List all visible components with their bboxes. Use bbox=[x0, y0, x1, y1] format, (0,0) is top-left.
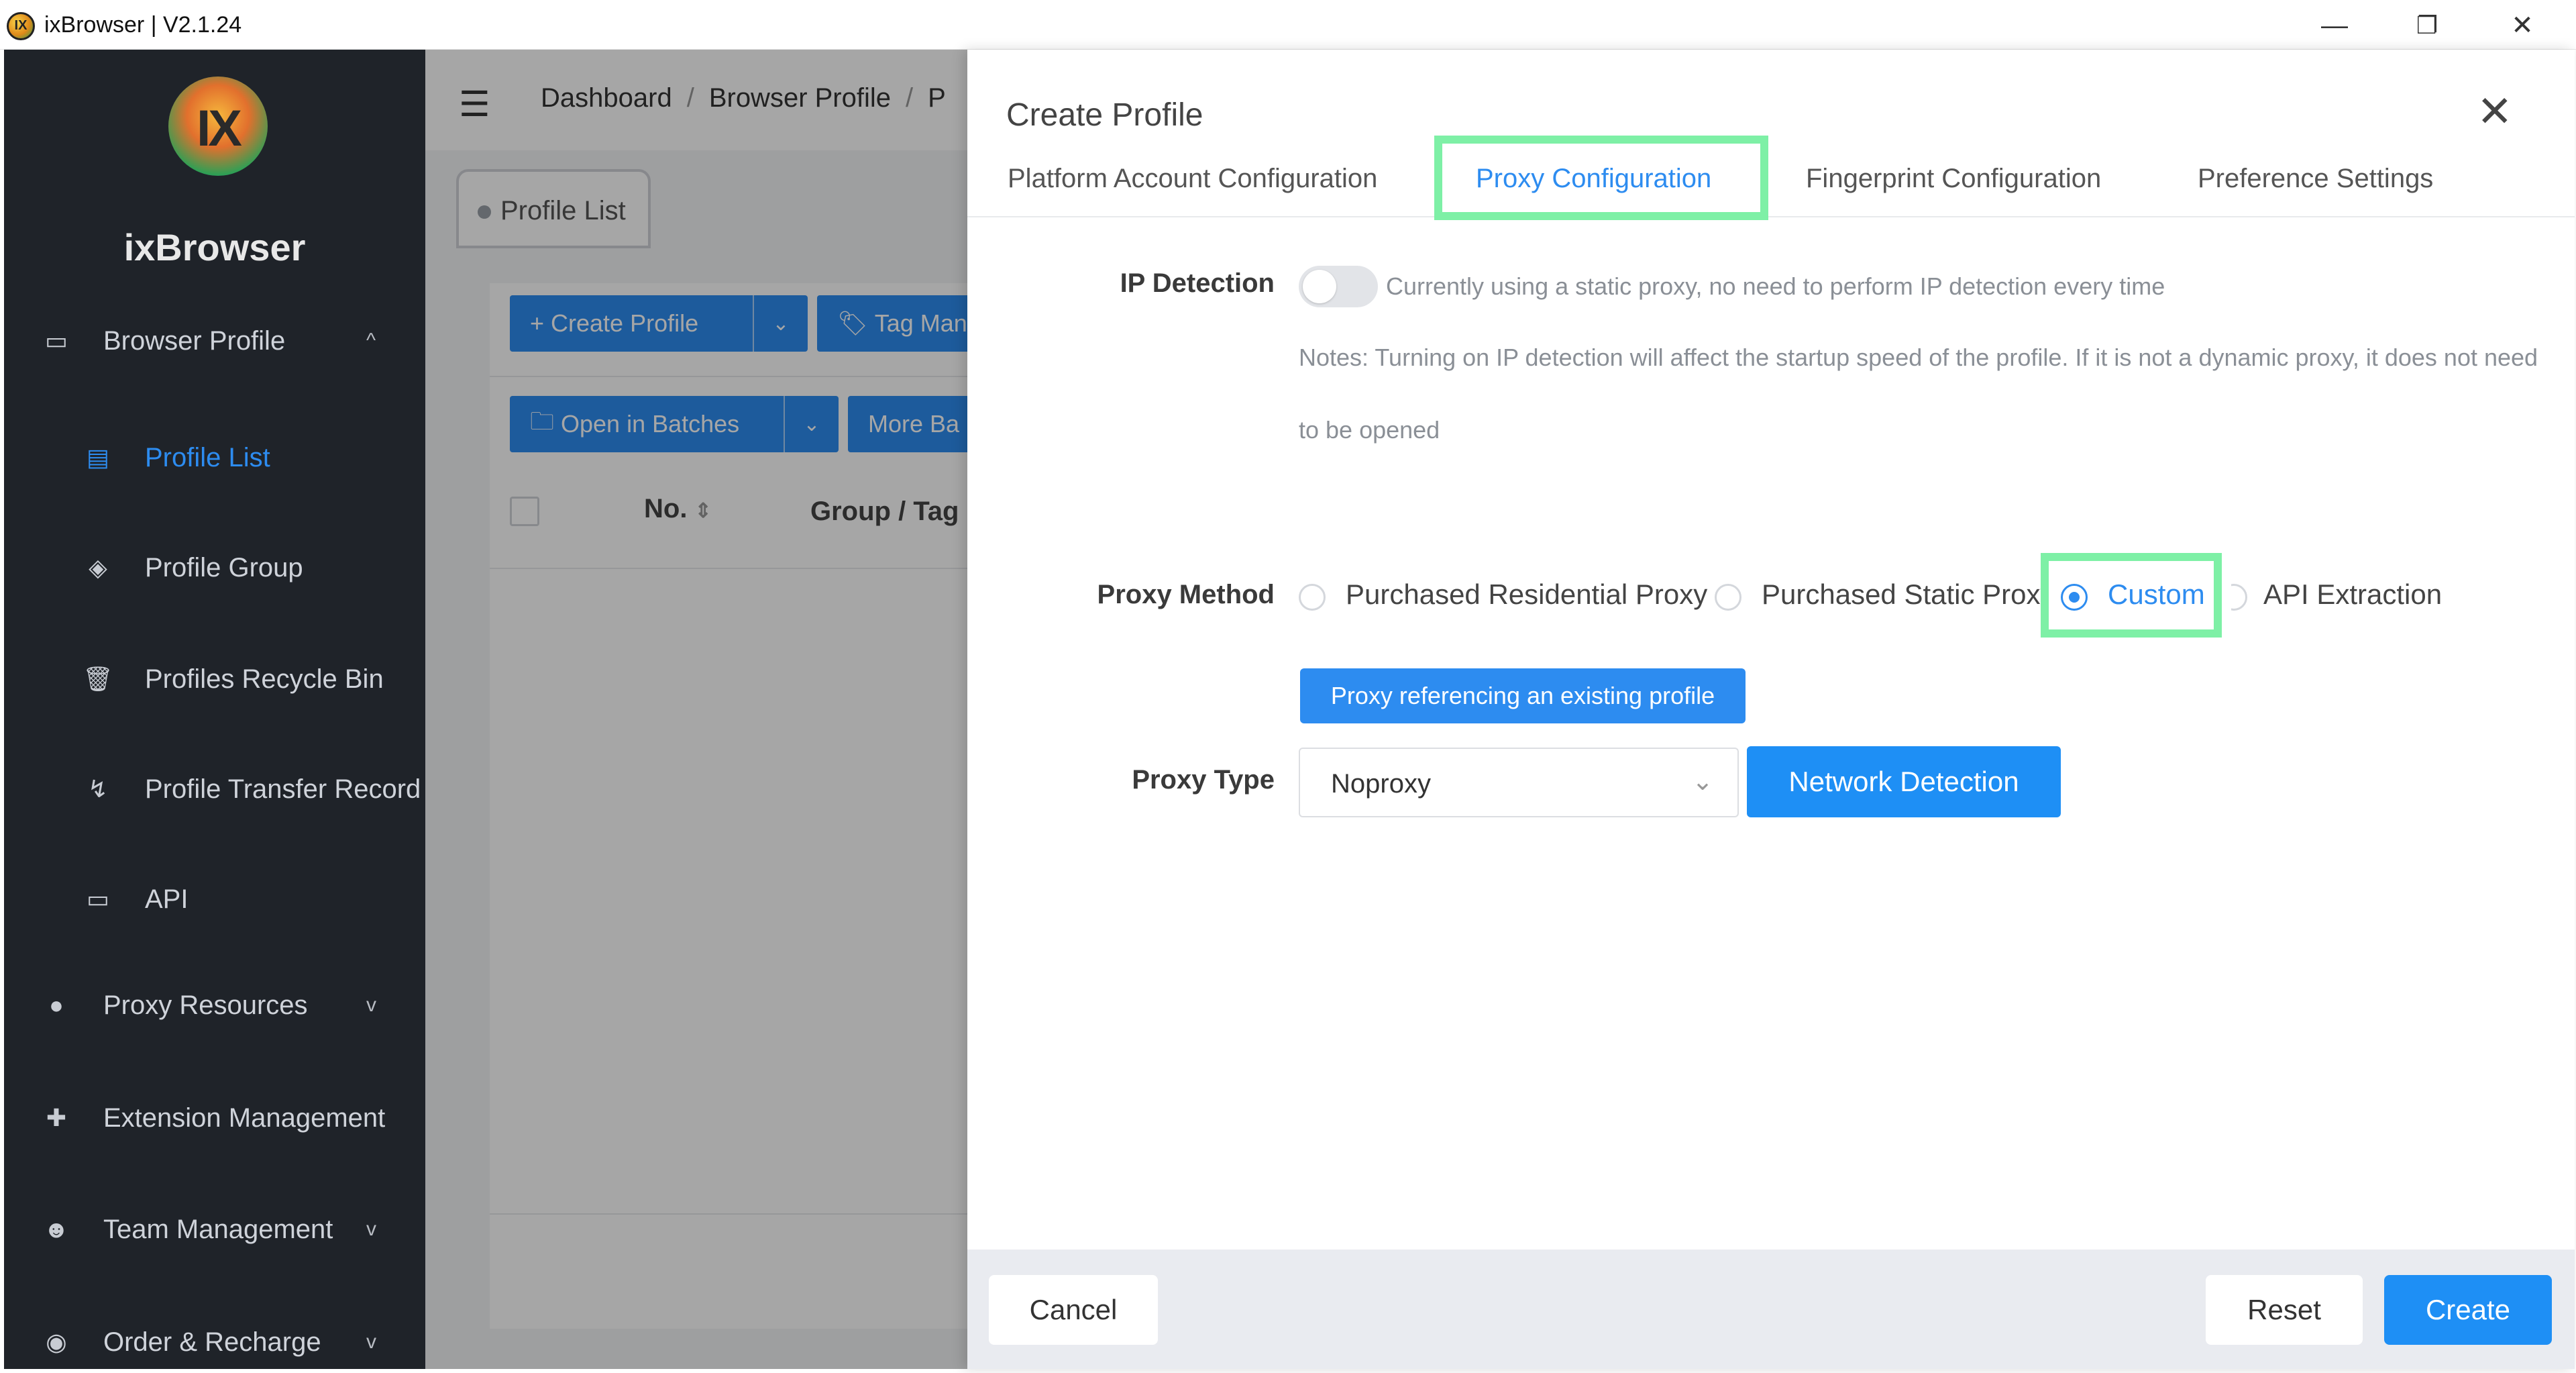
sidebar-item-proxy-resources[interactable]: ● Proxy Resources v bbox=[4, 972, 425, 1039]
sidebar-item-api[interactable]: ▭ API bbox=[4, 866, 425, 933]
modal-overlay[interactable] bbox=[425, 50, 969, 1369]
proxy-type-value: Noproxy bbox=[1331, 769, 1431, 799]
globe-icon: ● bbox=[49, 991, 64, 1019]
proxy-method-label: Proxy Method bbox=[1097, 580, 1275, 609]
chevron-down-icon: v bbox=[366, 994, 376, 1016]
proxy-type-label: Proxy Type bbox=[1132, 765, 1275, 795]
chevron-down-icon: v bbox=[366, 1331, 376, 1353]
highlight-box bbox=[2041, 553, 2222, 638]
brand-name: ixBrowser bbox=[123, 226, 306, 268]
ip-detection-note: Notes: Turning on IP detection will affe… bbox=[1299, 344, 2538, 371]
create-button[interactable]: Create bbox=[2384, 1275, 2552, 1345]
coin-icon: ◉ bbox=[46, 1328, 67, 1356]
close-icon[interactable]: ✕ bbox=[2477, 90, 2513, 133]
restore-button[interactable]: ❐ bbox=[2408, 7, 2446, 44]
ip-detection-label: IP Detection bbox=[1120, 268, 1275, 298]
sidebar-item-transfer-record[interactable]: ↯ Profile Transfer Record bbox=[4, 756, 425, 823]
sidebar-item-extension-management[interactable]: ✚ Extension Management bbox=[4, 1084, 425, 1152]
layers-icon: ◈ bbox=[89, 554, 107, 581]
brand-logo: IX bbox=[168, 77, 268, 176]
network-detection-button[interactable]: Network Detection bbox=[1747, 746, 2061, 817]
close-window-button[interactable]: ✕ bbox=[2504, 7, 2541, 44]
sidebar-item-browser-profile[interactable]: ▭ Browser Profile ^ bbox=[4, 307, 425, 374]
ip-detection-toggle[interactable] bbox=[1299, 266, 1378, 307]
browser-icon: ▭ bbox=[44, 327, 68, 354]
app-logo-icon: IX bbox=[7, 12, 35, 40]
puzzle-icon: ✚ bbox=[46, 1104, 67, 1131]
drawer-tabs: Platform Account Configuration Proxy Con… bbox=[967, 144, 2575, 217]
highlight-box bbox=[1434, 136, 1768, 220]
toggle-knob bbox=[1303, 270, 1336, 303]
sidebar-item-profile-group[interactable]: ◈ Profile Group bbox=[4, 534, 425, 601]
drawer-title: Create Profile bbox=[1006, 97, 1203, 133]
tab-platform-account[interactable]: Platform Account Configuration bbox=[1008, 164, 1377, 194]
cancel-button[interactable]: Cancel bbox=[989, 1275, 1158, 1345]
sidebar: IX ixBrowser ▭ Browser Profile ^ ▤ Profi… bbox=[4, 50, 425, 1369]
create-profile-drawer: Create Profile ✕ Platform Account Config… bbox=[967, 50, 2575, 1369]
sidebar-item-team-management[interactable]: ☻ Team Management v bbox=[4, 1196, 425, 1263]
tab-fingerprint-configuration[interactable]: Fingerprint Configuration bbox=[1806, 164, 2101, 194]
transfer-icon: ↯ bbox=[87, 775, 109, 803]
radio-label-residential-proxy[interactable]: Purchased Residential Proxy bbox=[1346, 578, 1707, 611]
ip-detection-note-cont: to be opened bbox=[1299, 416, 1440, 444]
chevron-down-icon: v bbox=[366, 1218, 376, 1240]
sidebar-item-profile-list[interactable]: ▤ Profile List bbox=[4, 424, 425, 491]
sidebar-item-recycle-bin[interactable]: 🗑 Profiles Recycle Bin bbox=[4, 646, 425, 713]
radio-label-api-extraction[interactable]: API Extraction bbox=[2263, 578, 2442, 611]
team-icon: ☻ bbox=[44, 1215, 69, 1243]
api-icon: ▭ bbox=[86, 885, 109, 913]
title-bar: IX ixBrowser | V2.1.24 — ❐ ✕ bbox=[0, 0, 2576, 50]
chevron-down-icon: ⌄ bbox=[1692, 768, 1713, 796]
sidebar-item-order-recharge[interactable]: ◉ Order & Recharge v bbox=[4, 1309, 425, 1373]
reset-button[interactable]: Reset bbox=[2206, 1275, 2363, 1345]
chevron-up-icon: ^ bbox=[366, 329, 376, 352]
list-icon: ▤ bbox=[86, 444, 109, 471]
radio-residential-proxy[interactable] bbox=[1299, 584, 1326, 611]
trash-icon: 🗑 bbox=[83, 665, 113, 693]
tab-preference-settings[interactable]: Preference Settings bbox=[2198, 164, 2433, 194]
radio-static-proxy[interactable] bbox=[1715, 584, 1741, 611]
proxy-type-select[interactable]: Noproxy ⌄ bbox=[1299, 748, 1739, 817]
minimize-button[interactable]: — bbox=[2316, 7, 2353, 44]
proxy-reference-profile-button[interactable]: Proxy referencing an existing profile bbox=[1300, 668, 1746, 723]
ip-detection-hint: Currently using a static proxy, no need … bbox=[1386, 272, 2165, 300]
window-title: ixBrowser | V2.1.24 bbox=[44, 12, 242, 38]
